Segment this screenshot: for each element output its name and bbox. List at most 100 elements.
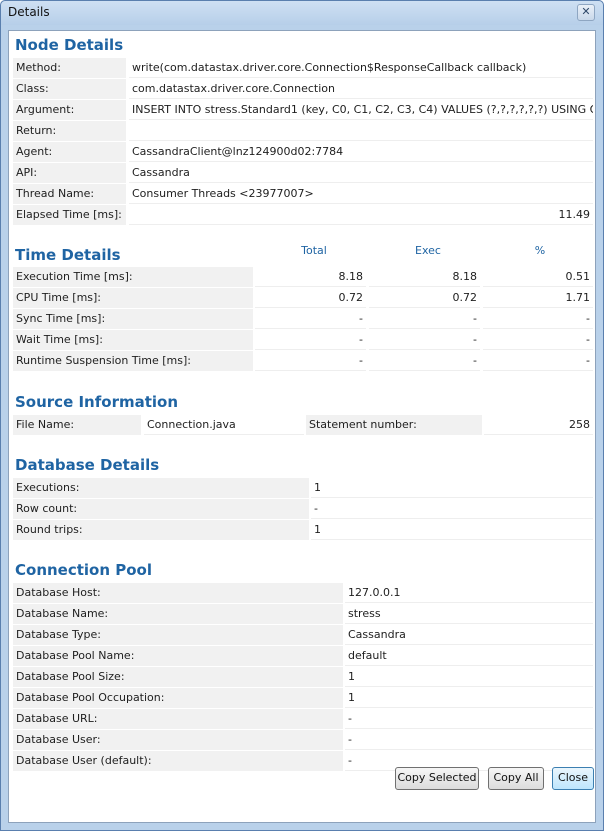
time-detail-row[interactable]: CPU Time [ms]: 0.72 0.72 1.71: [13, 288, 593, 308]
node-detail-value[interactable]: com.datastax.driver.core.Connection: [129, 79, 593, 99]
node-detail-label: Agent:: [13, 142, 126, 162]
source-info-row[interactable]: File Name: Connection.java Statement num…: [13, 415, 593, 435]
connection-pool-value[interactable]: Cassandra: [345, 625, 593, 645]
connection-pool-value[interactable]: 1: [345, 667, 593, 687]
connection-pool-row[interactable]: Database Pool Name: default: [13, 646, 593, 666]
node-detail-value[interactable]: write(com.datastax.driver.core.Connectio…: [129, 58, 593, 78]
connection-pool-value[interactable]: -: [345, 730, 593, 750]
connection-pool-row[interactable]: Database Host: 127.0.0.1: [13, 583, 593, 603]
time-total-value[interactable]: -: [255, 351, 366, 371]
node-detail-label: Method:: [13, 58, 126, 78]
connection-pool-row[interactable]: Database User: -: [13, 730, 593, 750]
node-detail-label: Thread Name:: [13, 184, 126, 204]
connection-pool-label: Database User (default):: [13, 751, 343, 771]
source-info-title: Source Information: [15, 393, 179, 411]
database-detail-label: Round trips:: [13, 520, 309, 540]
connection-pool-row[interactable]: Database URL: -: [13, 709, 593, 729]
connection-pool-label: Database Type:: [13, 625, 343, 645]
time-detail-label: Wait Time [ms]:: [13, 330, 253, 350]
statement-number-value[interactable]: 258: [484, 415, 593, 435]
database-detail-label: Row count:: [13, 499, 309, 519]
time-total-value[interactable]: -: [255, 330, 366, 350]
time-percent-value[interactable]: -: [483, 330, 593, 350]
connection-pool-label: Database URL:: [13, 709, 343, 729]
node-detail-row[interactable]: Return:: [13, 121, 593, 141]
connection-pool-value[interactable]: 1: [345, 688, 593, 708]
time-detail-label: Sync Time [ms]:: [13, 309, 253, 329]
connection-pool-label: Database Host:: [13, 583, 343, 603]
node-detail-value[interactable]: [129, 121, 593, 141]
connection-pool-value[interactable]: stress: [345, 604, 593, 624]
node-detail-row[interactable]: Class: com.datastax.driver.core.Connectio…: [13, 79, 593, 99]
col-header-percent: %: [534, 244, 546, 257]
col-header-total: Total: [301, 244, 327, 257]
node-detail-label: Argument:: [13, 100, 126, 120]
time-details-title: Time Details: [15, 246, 121, 264]
time-exec-value[interactable]: -: [369, 330, 480, 350]
database-detail-value[interactable]: -: [311, 499, 593, 519]
database-detail-label: Executions:: [13, 478, 309, 498]
node-detail-value[interactable]: CassandraClient@lnz124900d02:7784: [129, 142, 593, 162]
time-percent-value[interactable]: 1.71: [483, 288, 593, 308]
close-icon[interactable]: ✕: [577, 4, 595, 21]
time-detail-row[interactable]: Runtime Suspension Time [ms]: - - -: [13, 351, 593, 371]
copy-all-button[interactable]: Copy All: [488, 767, 544, 790]
database-detail-row[interactable]: Row count: -: [13, 499, 593, 519]
connection-pool-row[interactable]: Database Name: stress: [13, 604, 593, 624]
time-exec-value[interactable]: -: [369, 309, 480, 329]
node-detail-value[interactable]: 11.49: [129, 205, 593, 225]
node-detail-row[interactable]: Thread Name: Consumer Threads <23977007>: [13, 184, 593, 204]
details-panel: Node Details Method: write(com.datastax.d…: [8, 30, 596, 823]
connection-pool-label: Database Name:: [13, 604, 343, 624]
time-detail-label: CPU Time [ms]:: [13, 288, 253, 308]
time-exec-value[interactable]: -: [369, 351, 480, 371]
connection-pool-value[interactable]: -: [345, 709, 593, 729]
connection-pool-label: Database Pool Size:: [13, 667, 343, 687]
connection-pool-label: Database Pool Occupation:: [13, 688, 343, 708]
close-button[interactable]: Close: [552, 767, 594, 790]
details-window: Details ✕ Node Details Method: write(com.…: [0, 0, 604, 831]
time-detail-label: Runtime Suspension Time [ms]:: [13, 351, 253, 371]
node-detail-label: Elapsed Time [ms]:: [13, 205, 126, 225]
node-detail-label: API:: [13, 163, 126, 183]
node-detail-row[interactable]: Argument: INSERT INTO stress.Standard1 (k…: [13, 100, 593, 120]
time-detail-row[interactable]: Sync Time [ms]: - - -: [13, 309, 593, 329]
title-bar[interactable]: Details ✕: [1, 1, 603, 25]
node-detail-value[interactable]: Cassandra: [129, 163, 593, 183]
database-detail-value[interactable]: 1: [311, 520, 593, 540]
node-detail-row[interactable]: API: Cassandra: [13, 163, 593, 183]
time-percent-value[interactable]: 0.51: [483, 267, 593, 287]
connection-pool-value[interactable]: default: [345, 646, 593, 666]
time-total-value[interactable]: 8.18: [255, 267, 366, 287]
node-detail-value[interactable]: Consumer Threads <23977007>: [129, 184, 593, 204]
connection-pool-row[interactable]: Database Pool Size: 1: [13, 667, 593, 687]
node-detail-value[interactable]: INSERT INTO stress.Standard1 (key, C0, C…: [129, 100, 593, 120]
time-exec-value[interactable]: 0.72: [369, 288, 480, 308]
connection-pool-value[interactable]: 127.0.0.1: [345, 583, 593, 603]
connection-pool-row[interactable]: Database Pool Occupation: 1: [13, 688, 593, 708]
node-details-title: Node Details: [15, 36, 124, 54]
database-detail-value[interactable]: 1: [311, 478, 593, 498]
database-detail-row[interactable]: Executions: 1: [13, 478, 593, 498]
time-percent-value[interactable]: -: [483, 351, 593, 371]
time-total-value[interactable]: -: [255, 309, 366, 329]
time-percent-value[interactable]: -: [483, 309, 593, 329]
node-detail-row[interactable]: Method: write(com.datastax.driver.core.Co…: [13, 58, 593, 78]
database-details-title: Database Details: [15, 456, 160, 474]
node-detail-label: Return:: [13, 121, 126, 141]
node-detail-row[interactable]: Agent: CassandraClient@lnz124900d02:7784: [13, 142, 593, 162]
database-detail-row[interactable]: Round trips: 1: [13, 520, 593, 540]
connection-pool-label: Database Pool Name:: [13, 646, 343, 666]
time-detail-row[interactable]: Wait Time [ms]: - - -: [13, 330, 593, 350]
col-header-exec: Exec: [415, 244, 441, 257]
window-title: Details: [8, 5, 50, 19]
time-exec-value[interactable]: 8.18: [369, 267, 480, 287]
file-name-value[interactable]: Connection.java: [144, 415, 304, 435]
statement-number-label: Statement number:: [306, 415, 482, 435]
node-detail-label: Class:: [13, 79, 126, 99]
node-detail-row[interactable]: Elapsed Time [ms]: 11.49: [13, 205, 593, 225]
time-detail-row[interactable]: Execution Time [ms]: 8.18 8.18 0.51: [13, 267, 593, 287]
connection-pool-row[interactable]: Database Type: Cassandra: [13, 625, 593, 645]
time-total-value[interactable]: 0.72: [255, 288, 366, 308]
copy-selected-button[interactable]: Copy Selected: [395, 767, 479, 790]
